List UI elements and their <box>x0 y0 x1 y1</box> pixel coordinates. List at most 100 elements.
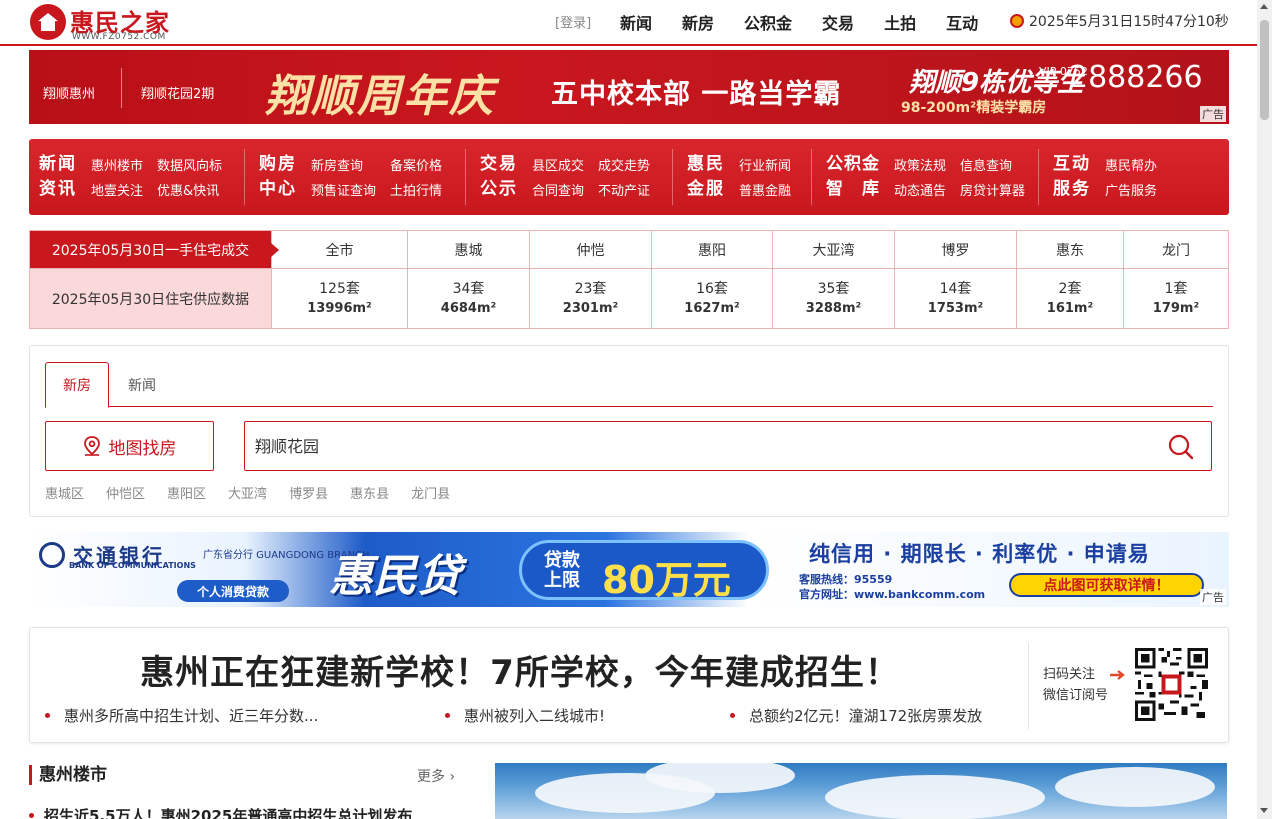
cat-link[interactable]: 成交走势 <box>598 155 650 174</box>
banner-ad-xiangshun[interactable]: 翔顺惠州 翔顺花园2期 翔顺周年庆 五中校本部 一路当学霸 翔顺9栋优等生 VI… <box>29 50 1229 124</box>
table-cell: 35套 3288m² <box>772 269 894 328</box>
search-field <box>244 421 1212 471</box>
site-logo[interactable]: 惠民之家 WWW.FZ0752.COM <box>30 4 180 42</box>
cat-link[interactable]: 不动产证 <box>598 180 650 199</box>
headline-link[interactable]: 惠州被列入二线城市! <box>445 705 605 726</box>
cell-area: 161m² <box>1046 301 1094 316</box>
search-panel: 新房 新闻 地图找房 惠城区 仲恺区 惠阳区 大亚湾 博罗县 惠东县 龙门县 <box>29 345 1229 517</box>
scroll-up-icon[interactable] <box>1260 4 1268 9</box>
district-link[interactable]: 大亚湾 <box>228 483 267 502</box>
datetime-display: 2025年5月31日15时47分10秒 <box>1010 11 1229 31</box>
cat-link[interactable]: 广告服务 <box>1105 180 1157 199</box>
district-link[interactable]: 龙门县 <box>411 483 450 502</box>
headline-link[interactable]: 惠州多所高中招生计划、近三年分数... <box>45 705 318 726</box>
cat-link[interactable]: 政策法规 <box>894 155 946 174</box>
district-link[interactable]: 仲恺区 <box>106 483 145 502</box>
cell-units: 125套 <box>319 281 360 297</box>
cat-title[interactable]: 服务 <box>1053 177 1091 202</box>
cat-news: 新闻 资讯 惠州楼市 数据风向标 地壹关注 优惠&快讯 <box>29 149 245 205</box>
table-cell: 16套 1627m² <box>651 269 772 328</box>
cat-link[interactable]: 地壹关注 <box>91 180 143 199</box>
cloud-shape <box>825 775 1045 819</box>
cat-title[interactable]: 资讯 <box>39 177 77 202</box>
cat-link[interactable]: 动态通告 <box>894 180 946 199</box>
cat-link[interactable]: 土拍行情 <box>390 180 442 199</box>
scrollbar-thumb[interactable] <box>1260 20 1269 120</box>
cat-link[interactable]: 惠州楼市 <box>91 155 143 174</box>
qr-text-subscribe: 微信订阅号 <box>1043 688 1109 703</box>
tab-news[interactable]: 新闻 <box>115 362 169 407</box>
loan-amount: 80万元 <box>602 558 731 602</box>
district-link[interactable]: 惠阳区 <box>167 483 206 502</box>
headline-link[interactable]: 总额约2亿元！潼湖172张房票发放 <box>730 705 982 726</box>
cat-title[interactable]: 购房 <box>259 152 297 177</box>
cat-link[interactable]: 预售证查询 <box>311 180 376 199</box>
banner-ad-bankcomm[interactable]: 交通银行 BANK OF COMMUNICATIONS 广东省分行 GUANGD… <box>29 532 1229 607</box>
scrollbar[interactable] <box>1257 0 1272 819</box>
table-cell: 34套 4684m² <box>407 269 529 328</box>
search-icon[interactable] <box>1167 433 1195 461</box>
nav-land-auction[interactable]: 土拍 <box>884 10 916 34</box>
cat-title[interactable]: 公示 <box>480 177 518 202</box>
tab-new-homes[interactable]: 新房 <box>45 362 109 408</box>
bank-main-text: 惠民贷 <box>329 551 461 602</box>
cat-link[interactable]: 合同查询 <box>532 180 584 199</box>
cloud-shape <box>1055 767 1215 807</box>
loan-label: 贷款上限 <box>544 550 580 591</box>
row-head-supply[interactable]: 2025年05月30日住宅供应数据 <box>30 269 271 328</box>
district-links: 惠城区 仲恺区 惠阳区 大亚湾 博罗县 惠东县 龙门县 <box>45 483 472 502</box>
more-link[interactable]: 更多 › <box>417 766 455 786</box>
featured-photo[interactable] <box>495 763 1227 819</box>
cat-title[interactable]: 交易 <box>480 152 518 177</box>
cat-title[interactable]: 新闻 <box>39 152 77 177</box>
cat-link[interactable]: 惠民帮办 <box>1105 155 1157 174</box>
cat-title[interactable]: 公积金 <box>826 152 880 177</box>
cat-title[interactable]: 金服 <box>687 177 725 202</box>
cat-title[interactable]: 智 库 <box>826 177 880 202</box>
cat-title[interactable]: 中心 <box>259 177 297 202</box>
district-link[interactable]: 博罗县 <box>289 483 328 502</box>
news-item[interactable]: 招生近5.5万人！惠州2025年普通高中招生总计划发布 <box>29 805 412 819</box>
cell-units: 2套 <box>1058 281 1082 297</box>
search-input[interactable] <box>245 422 1145 468</box>
scroll-down-icon[interactable] <box>1260 808 1268 813</box>
nav-new-homes[interactable]: 新房 <box>682 10 714 34</box>
chevron-right-icon: › <box>449 769 456 785</box>
headline-title[interactable]: 惠州正在狂建新学校！7所学校，今年建成招生！ <box>30 645 1010 694</box>
cat-link[interactable]: 数据风向标 <box>157 155 222 174</box>
cat-title[interactable]: 互动 <box>1053 152 1091 177</box>
cat-link[interactable]: 房贷计算器 <box>960 180 1025 199</box>
cat-link[interactable]: 信息查询 <box>960 155 1025 174</box>
qr-caption: 扫码关注 微信订阅号 <box>1043 664 1108 706</box>
cat-link[interactable]: 新房查询 <box>311 155 376 174</box>
cell-units: 34套 <box>452 281 485 297</box>
cell-area: 13996m² <box>307 301 372 316</box>
row-head-transactions[interactable]: 2025年05月30日一手住宅成交 <box>30 231 279 268</box>
bank-en-name: BANK OF COMMUNICATIONS <box>69 561 196 570</box>
cat-link[interactable]: 行业新闻 <box>739 155 791 174</box>
wechat-qr-code <box>1135 648 1208 721</box>
headline-links: 惠州多所高中招生计划、近三年分数... 惠州被列入二线城市! 总额约2亿元！潼湖… <box>45 705 1025 727</box>
col-header: 全市 <box>271 231 407 268</box>
cat-link[interactable]: 优惠&快讯 <box>157 180 222 199</box>
district-link[interactable]: 惠城区 <box>45 483 84 502</box>
cat-service: 互动 服务 惠民帮办 广告服务 <box>1039 149 1219 205</box>
banner1-main-text: 翔顺周年庆 <box>265 71 495 122</box>
login-link[interactable]: [登录] <box>555 12 591 31</box>
col-header: 龙门 <box>1123 231 1228 268</box>
bank-cta-button[interactable]: 点此图可获取详情！ <box>1009 573 1204 597</box>
nav-housing-fund[interactable]: 公积金 <box>744 10 792 34</box>
district-link[interactable]: 惠东县 <box>350 483 389 502</box>
cat-link[interactable]: 备案价格 <box>390 155 442 174</box>
nav-interaction[interactable]: 互动 <box>946 10 978 34</box>
map-search-button[interactable]: 地图找房 <box>45 421 214 471</box>
category-nav: 新闻 资讯 惠州楼市 数据风向标 地壹关注 优惠&快讯 购房 中心 新房查询 备案价… <box>29 139 1229 215</box>
cat-link[interactable]: 普惠金融 <box>739 180 791 199</box>
cat-title[interactable]: 惠民 <box>687 152 725 177</box>
more-label: 更多 <box>417 769 445 785</box>
nav-news[interactable]: 新闻 <box>620 10 652 34</box>
cat-finance: 惠民 金服 行业新闻 普惠金融 <box>673 149 812 205</box>
banner1-brand-left: 翔顺惠州 <box>43 87 96 102</box>
nav-transactions[interactable]: 交易 <box>822 10 854 34</box>
cat-link[interactable]: 县区成交 <box>532 155 584 174</box>
